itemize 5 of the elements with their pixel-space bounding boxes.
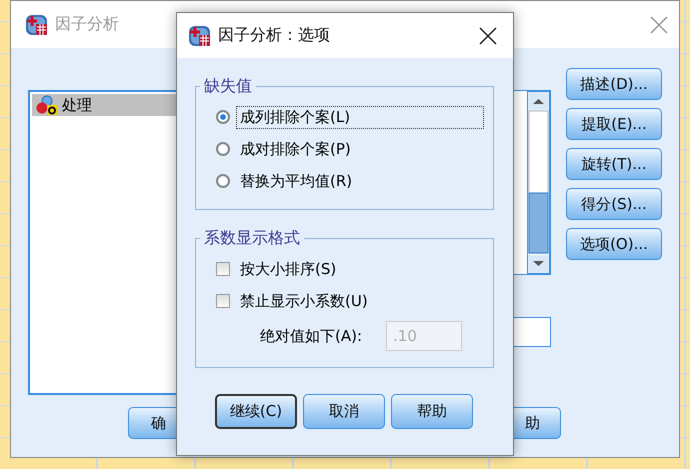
window-title: 因子分析 <box>55 14 119 35</box>
group-title: 系数显示格式 <box>203 228 301 249</box>
group-title: 缺失值 <box>203 76 253 97</box>
dialog-title: 因子分析：选项 <box>218 25 330 46</box>
field-label: 绝对值如下(A): <box>260 326 362 346</box>
